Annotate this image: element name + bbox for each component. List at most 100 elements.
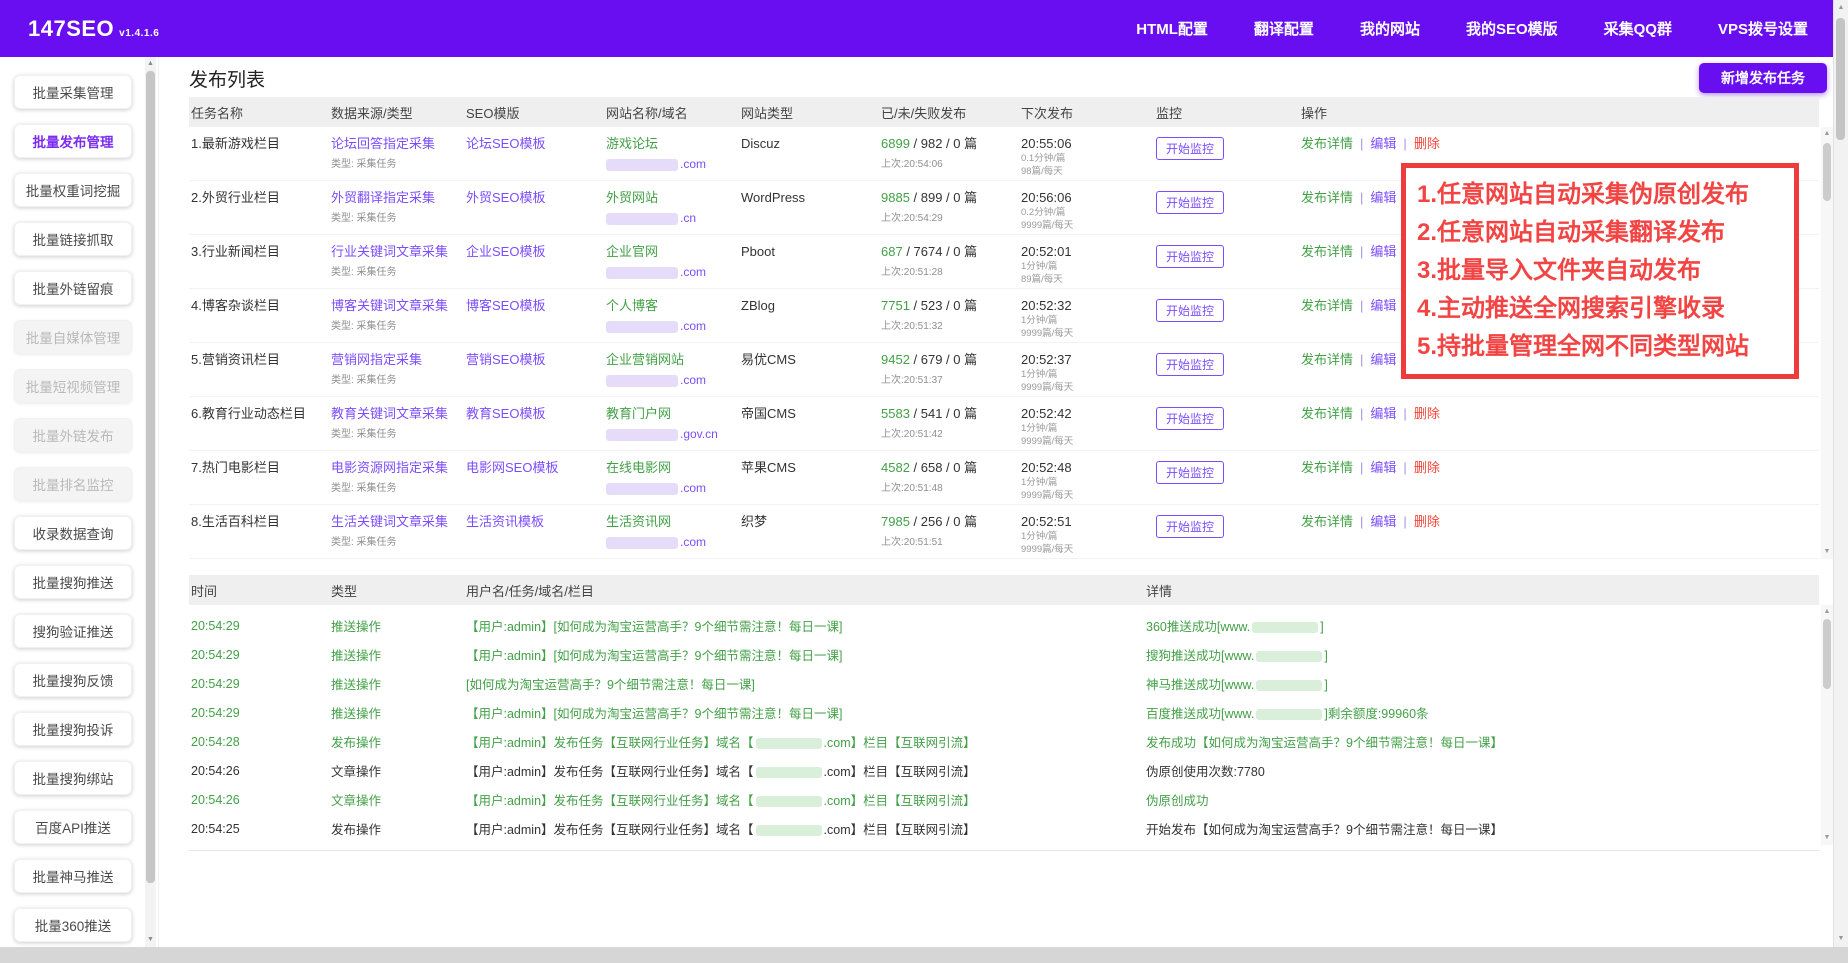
data-source-link[interactable]: 教育关键词文章采集 (331, 406, 448, 421)
nav-translate-config[interactable]: 翻译配置 (1254, 18, 1314, 39)
data-source-link[interactable]: 行业关键词文章采集 (331, 244, 448, 259)
nav-vps-dial-settings[interactable]: VPS拨号设置 (1718, 18, 1808, 39)
delete-link[interactable]: 删除 (1414, 514, 1440, 529)
sidebar-item-batch-shenma-push[interactable]: 批量神马推送 (14, 859, 132, 893)
log-task: 【用户:admin】发布任务【互联网行业任务】域名【.com】栏目【互联网引流】 (464, 790, 1144, 809)
sidebar-item-batch-publish-management[interactable]: 批量发布管理 (14, 124, 132, 158)
page-scrollbar[interactable]: ▲ ▼ (1833, 0, 1848, 947)
start-monitor-button[interactable]: 开始监控 (1156, 299, 1224, 322)
sidebar-item-batch-backlink-trace[interactable]: 批量外链留痕 (14, 271, 132, 305)
scroll-down-icon[interactable]: ▼ (1821, 547, 1833, 557)
publish-detail-link[interactable]: 发布详情 (1301, 514, 1353, 529)
sidebar-item-batch-short-video-management[interactable]: 批量短视频管理 (14, 369, 132, 403)
delete-link[interactable]: 删除 (1414, 136, 1440, 151)
seo-template-link[interactable]: 论坛SEO模板 (466, 136, 545, 151)
data-source-link[interactable]: 论坛回答指定采集 (331, 136, 435, 151)
monitor-cell: 开始监控 (1154, 244, 1299, 288)
publish-stats-cell: 6899 / 982 / 0 篇 上次:20:54:06 (879, 136, 1019, 180)
nav-my-seo-templates[interactable]: 我的SEO模版 (1466, 18, 1558, 39)
scroll-up-icon[interactable]: ▲ (1834, 3, 1848, 13)
edit-link[interactable]: 编辑 (1370, 190, 1396, 205)
annotation-line: 5.持批量管理全网不同类型网站 (1417, 328, 1783, 366)
start-monitor-button[interactable]: 开始监控 (1156, 353, 1224, 376)
publish-detail-link[interactable]: 发布详情 (1301, 406, 1353, 421)
edit-link[interactable]: 编辑 (1370, 352, 1396, 367)
new-publish-task-button[interactable]: 新增发布任务 (1699, 63, 1827, 93)
sidebar-item-batch-sogou-push[interactable]: 批量搜狗推送 (14, 565, 132, 599)
sidebar-item-sogou-verify-push[interactable]: 搜狗验证推送 (14, 614, 132, 648)
data-source-link[interactable]: 电影资源网指定采集 (331, 460, 448, 475)
publish-table-scrollbar-thumb[interactable] (1823, 143, 1831, 201)
sidebar-item-batch-rank-monitor[interactable]: 批量排名监控 (14, 467, 132, 501)
publish-table-scrollbar[interactable]: ▲ ▼ (1821, 127, 1833, 559)
edit-link[interactable]: 编辑 (1370, 298, 1396, 313)
next-publish-time: 20:52:42 (1021, 406, 1154, 421)
sidebar-item-batch-360-push[interactable]: 批量360推送 (14, 908, 132, 942)
col-header-task-info: 用户名/任务/域名/栏目 (464, 581, 1144, 600)
sidebar-item-batch-sogou-feedback[interactable]: 批量搜狗反馈 (14, 663, 132, 697)
seo-template-link[interactable]: 电影网SEO模板 (466, 460, 558, 475)
start-monitor-button[interactable]: 开始监控 (1156, 407, 1224, 430)
blurred-domain (756, 825, 822, 836)
sidebar-item-batch-link-capture[interactable]: 批量链接抓取 (14, 222, 132, 256)
seo-template-link[interactable]: 营销SEO模板 (466, 352, 545, 367)
nav-collect-qq-group[interactable]: 采集QQ群 (1604, 18, 1672, 39)
start-monitor-button[interactable]: 开始监控 (1156, 137, 1224, 160)
seo-template-link[interactable]: 外贸SEO模板 (466, 190, 545, 205)
edit-link[interactable]: 编辑 (1370, 514, 1396, 529)
data-source-link[interactable]: 博客关键词文章采集 (331, 298, 448, 313)
sidebar-item-batch-backlink-publish[interactable]: 批量外链发布 (14, 418, 132, 452)
sidebar-item-batch-collect-management[interactable]: 批量采集管理 (14, 75, 132, 109)
scroll-up-icon[interactable]: ▲ (145, 59, 156, 69)
edit-link[interactable]: 编辑 (1370, 136, 1396, 151)
col-header-monitor: 监控 (1154, 103, 1299, 122)
sidebar-scrollbar-thumb[interactable] (146, 71, 155, 883)
blurred-domain (606, 213, 678, 225)
site-cell: 个人博客 .com (604, 298, 739, 342)
publish-detail-link[interactable]: 发布详情 (1301, 190, 1353, 205)
publish-detail-link[interactable]: 发布详情 (1301, 298, 1353, 313)
sidebar-item-batch-sogou-complaint[interactable]: 批量搜狗投诉 (14, 712, 132, 746)
data-source-link[interactable]: 生活关键词文章采集 (331, 514, 448, 529)
seo-template-link[interactable]: 生活资讯模板 (466, 514, 544, 529)
data-source-link[interactable]: 营销网指定采集 (331, 352, 422, 367)
publish-detail-link[interactable]: 发布详情 (1301, 460, 1353, 475)
seo-template-link[interactable]: 企业SEO模板 (466, 244, 545, 259)
data-source-link[interactable]: 外贸翻译指定采集 (331, 190, 435, 205)
log-time: 20:54:25 (189, 822, 329, 836)
seo-template-link[interactable]: 教育SEO模板 (466, 406, 545, 421)
scroll-down-icon[interactable]: ▼ (145, 935, 156, 945)
publish-detail-link[interactable]: 发布详情 (1301, 352, 1353, 367)
sidebar-item-batch-sogou-bind-site[interactable]: 批量搜狗绑站 (14, 761, 132, 795)
sidebar-item-baidu-api-push[interactable]: 百度API推送 (14, 810, 132, 844)
log-table-scrollbar-thumb[interactable] (1823, 619, 1831, 689)
sidebar-item-index-data-query[interactable]: 收录数据查询 (14, 516, 132, 550)
scroll-down-icon[interactable]: ▼ (1821, 833, 1833, 843)
sidebar-item-batch-weight-word-mining[interactable]: 批量权重词挖掘 (14, 173, 132, 207)
domain-suffix: .com (680, 373, 706, 387)
sidebar-item-batch-self-media-management[interactable]: 批量自媒体管理 (14, 320, 132, 354)
page-scrollbar-thumb[interactable] (1836, 18, 1845, 140)
log-table-scrollbar[interactable]: ▲ ▼ (1821, 605, 1833, 845)
nav-my-sites[interactable]: 我的网站 (1360, 18, 1420, 39)
edit-link[interactable]: 编辑 (1370, 460, 1396, 475)
delete-link[interactable]: 删除 (1414, 460, 1440, 475)
start-monitor-button[interactable]: 开始监控 (1156, 515, 1224, 538)
start-monitor-button[interactable]: 开始监控 (1156, 191, 1224, 214)
sidebar-scrollbar[interactable]: ▲ ▼ (145, 57, 156, 947)
log-detail-text: 搜狗推送成功[www. (1146, 649, 1254, 663)
delete-link[interactable]: 删除 (1414, 406, 1440, 421)
scroll-down-icon[interactable]: ▼ (1834, 934, 1848, 944)
task-type-note: 类型: 采集任务 (331, 481, 464, 496)
edit-link[interactable]: 编辑 (1370, 244, 1396, 259)
publish-detail-link[interactable]: 发布详情 (1301, 136, 1353, 151)
scroll-up-icon[interactable]: ▲ (1821, 607, 1833, 617)
nav-html-config[interactable]: HTML配置 (1136, 18, 1208, 39)
start-monitor-button[interactable]: 开始监控 (1156, 245, 1224, 268)
edit-link[interactable]: 编辑 (1370, 406, 1396, 421)
publish-detail-link[interactable]: 发布详情 (1301, 244, 1353, 259)
blurred-domain (606, 159, 678, 171)
start-monitor-button[interactable]: 开始监控 (1156, 461, 1224, 484)
scroll-up-icon[interactable]: ▲ (1821, 129, 1833, 139)
seo-template-link[interactable]: 博客SEO模板 (466, 298, 545, 313)
